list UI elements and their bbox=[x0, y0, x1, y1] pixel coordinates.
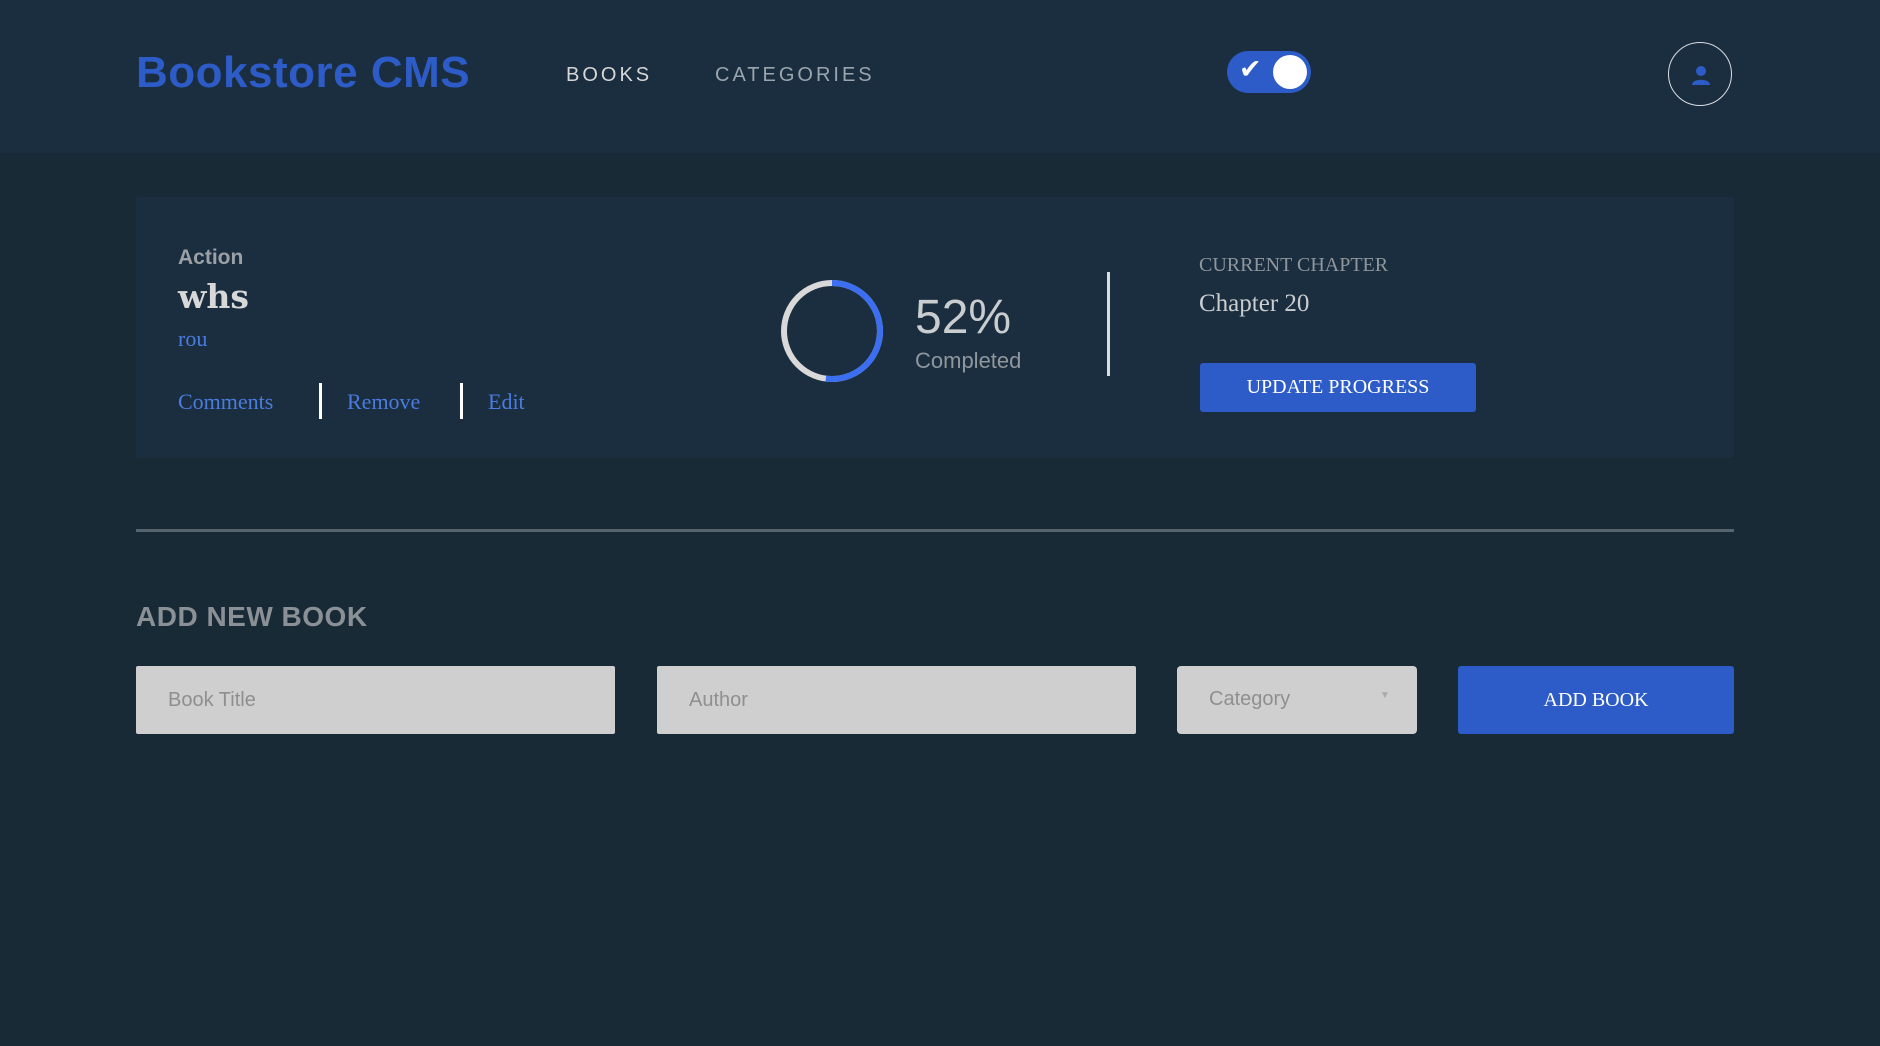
user-icon bbox=[1692, 66, 1710, 85]
update-progress-button[interactable]: UPDATE PROGRESS bbox=[1200, 363, 1476, 412]
app-header: Bookstore CMS BOOKS CATEGORIES ✔ bbox=[0, 0, 1880, 153]
remove-button[interactable]: Remove bbox=[347, 389, 420, 415]
book-author[interactable]: rou bbox=[178, 326, 207, 352]
progress-divider bbox=[1107, 272, 1110, 376]
nav-categories-link[interactable]: CATEGORIES bbox=[715, 64, 875, 87]
toggle-knob bbox=[1273, 55, 1307, 89]
progress-completed-label: Completed bbox=[915, 348, 1022, 373]
section-separator bbox=[136, 529, 1734, 532]
current-chapter-label: CURRENT CHAPTER bbox=[1199, 254, 1389, 276]
action-divider bbox=[319, 383, 322, 419]
edit-button[interactable]: Edit bbox=[488, 389, 525, 415]
user-avatar-button[interactable] bbox=[1668, 42, 1732, 106]
author-input[interactable] bbox=[657, 666, 1136, 734]
progress-ring bbox=[781, 280, 883, 382]
category-select[interactable]: Category ▼ bbox=[1177, 666, 1417, 734]
nav-books-link[interactable]: BOOKS bbox=[566, 64, 652, 87]
comments-button[interactable]: Comments bbox=[178, 389, 273, 415]
theme-toggle[interactable]: ✔ bbox=[1227, 51, 1311, 93]
app-logo[interactable]: Bookstore CMS bbox=[136, 48, 470, 98]
current-chapter-value: Chapter 20 bbox=[1199, 290, 1310, 317]
progress-percent: 52% bbox=[915, 291, 1012, 344]
add-book-button[interactable]: ADD BOOK bbox=[1458, 666, 1734, 734]
add-book-heading: ADD NEW BOOK bbox=[136, 601, 368, 632]
dropdown-arrow-icon: ▼ bbox=[1380, 690, 1390, 701]
book-genre: Action bbox=[178, 246, 244, 269]
check-icon: ✔ bbox=[1239, 54, 1262, 84]
action-divider bbox=[460, 383, 463, 419]
category-placeholder: Category bbox=[1209, 688, 1291, 710]
book-title: whs bbox=[178, 277, 249, 316]
book-title-input[interactable] bbox=[136, 666, 615, 734]
book-card: Action whs rou Comments Remove Edit 52% … bbox=[136, 197, 1734, 458]
